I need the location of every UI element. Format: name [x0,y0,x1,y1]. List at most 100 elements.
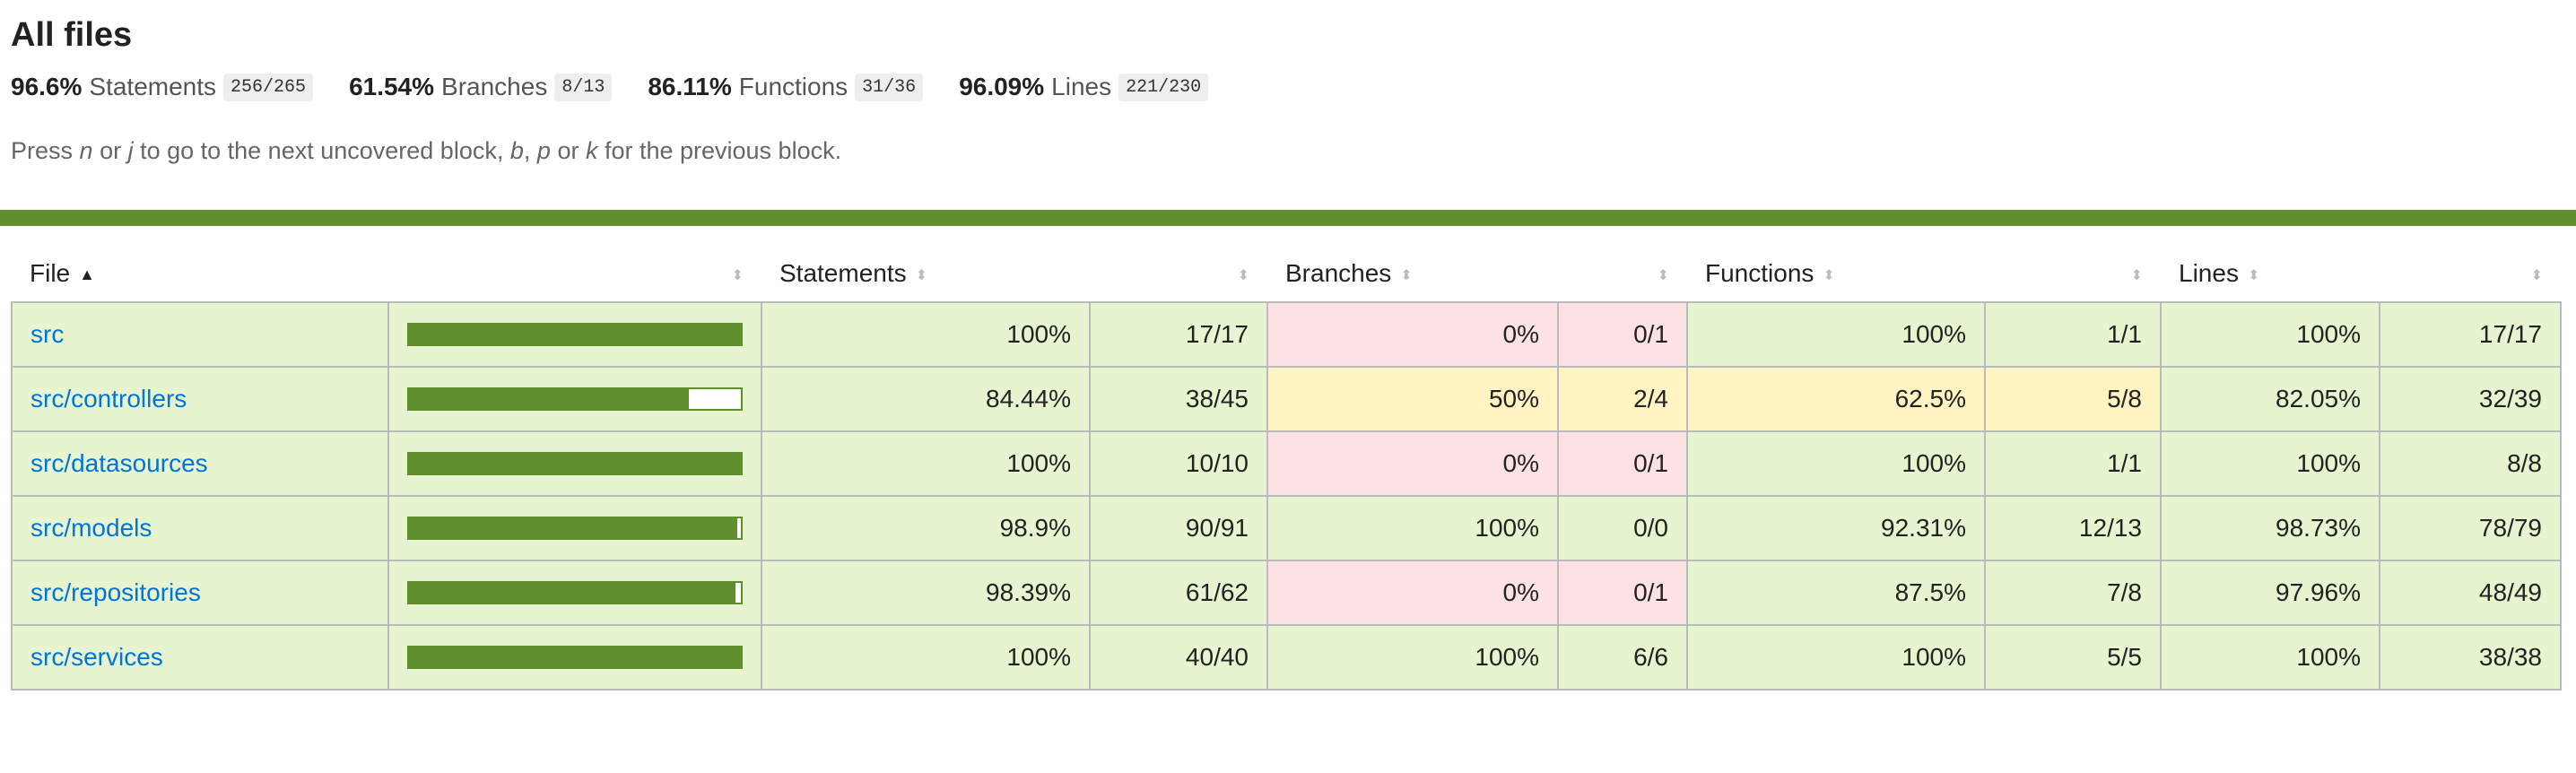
lines-pct: 97.96% [2160,560,2380,626]
functions-fraction: 1/1 [1984,301,2162,368]
header-file-bar[interactable]: ⬍ [388,246,761,302]
sort-asc-icon: ▲ [79,265,95,284]
header-branches-raw[interactable]: ⬍ [1558,246,1687,302]
summary-label: Branches [441,73,548,100]
coverage-bar-fill [409,389,690,409]
file-link[interactable]: src/models [30,514,152,542]
coverage-bar-cell [387,560,762,626]
branches-pct: 100% [1266,624,1559,690]
summary-branches: 61.54% Branches 8/13 [349,73,613,101]
functions-pct: 92.31% [1686,495,1986,561]
functions-pct: 100% [1686,301,1986,368]
file-link[interactable]: src/repositories [30,578,201,606]
lines-pct: 100% [2160,624,2380,690]
summary-fraction: 256/265 [223,73,314,101]
file-link[interactable]: src/datasources [30,449,208,477]
header-lines-raw[interactable]: ⬍ [2380,246,2561,302]
file-link[interactable]: src/services [30,643,163,671]
file-cell: src/controllers [11,366,389,432]
lines-fraction: 17/17 [2379,301,2562,368]
summary-pct: 96.09% [959,73,1045,100]
lines-fraction: 8/8 [2379,430,2562,497]
header-functions[interactable]: Functions ⬍ [1687,246,1985,302]
lines-pct: 100% [2160,430,2380,497]
header-branches[interactable]: Branches ⬍ [1267,246,1558,302]
branches-fraction: 0/1 [1557,560,1688,626]
keyboard-hint: Press n or j to go to the next uncovered… [11,137,842,164]
statements-fraction: 38/45 [1089,366,1268,432]
table-row: src/services 100% 40/40 100% 6/6 100% 5/5 100% 3… [11,624,2562,690]
lines-fraction: 78/79 [2379,495,2562,561]
header-statements[interactable]: Statements ⬍ [761,246,1090,302]
statements-fraction: 40/40 [1089,624,1268,690]
coverage-bar [407,323,743,346]
branches-pct: 100% [1266,495,1559,561]
coverage-bar-cell [387,430,762,497]
sort-icon: ⬍ [915,267,928,283]
functions-pct: 100% [1686,624,1986,690]
header-functions-raw[interactable]: ⬍ [1985,246,2161,302]
coverage-bar [407,646,743,669]
sort-icon: ⬍ [1823,267,1835,283]
functions-fraction: 1/1 [1984,430,2162,497]
functions-fraction: 5/8 [1984,366,2162,432]
lines-pct: 82.05% [2160,366,2380,432]
header-lines[interactable]: Lines ⬍ [2161,246,2380,302]
page-header: All files 96.6% Statements 256/265 61.54… [0,0,2576,165]
file-cell: src/repositories [11,560,389,626]
coverage-bar-cell [387,624,762,690]
sort-icon: ⬍ [1400,267,1413,283]
lines-fraction: 32/39 [2379,366,2562,432]
summary-label: Functions [738,73,849,100]
file-link[interactable]: src/controllers [30,385,187,413]
functions-fraction: 7/8 [1984,560,2162,626]
coverage-bar [407,581,743,604]
header-statements-raw[interactable]: ⬍ [1090,246,1267,302]
functions-fraction: 5/5 [1984,624,2162,690]
table-row: src/models 98.9% 90/91 100% 0/0 92.31% 12/13 98… [11,495,2562,561]
branches-fraction: 2/4 [1557,366,1688,432]
coverage-bar-fill [409,454,741,473]
table-row: src/controllers 84.44% 38/45 50% 2/4 62.5% 5/8… [11,366,2562,432]
statements-fraction: 17/17 [1089,301,1268,368]
lines-pct: 98.73% [2160,495,2380,561]
sort-icon: ⬍ [731,267,744,283]
summary-pct: 96.6% [11,73,83,100]
summary-fraction: 221/230 [1118,73,1209,101]
branches-pct: 0% [1266,430,1559,497]
table-row: src/datasources 100% 10/10 0% 0/1 100% 1/1 100%… [11,430,2562,497]
coverage-bar-fill [409,647,741,667]
functions-fraction: 12/13 [1984,495,2162,561]
branches-fraction: 0/1 [1557,430,1688,497]
summary-pct: 86.11% [648,73,732,100]
sort-icon: ⬍ [2247,267,2260,283]
file-cell: src/datasources [11,430,389,497]
branches-fraction: 0/1 [1557,301,1688,368]
table-row: src/repositories 98.39% 61/62 0% 0/1 87.5% 7/8… [11,560,2562,626]
coverage-bar [407,387,743,411]
table-header-row: File ▲ ⬍ Statements ⬍ ⬍ Branches ⬍ ⬍ Functi… [12,246,2561,302]
summary-label: Statements [89,73,217,100]
table-row: src 100% 17/17 0% 0/1 100% 1/1 100% 17/17 [11,301,2562,368]
summary-fraction: 31/36 [855,73,924,101]
lines-fraction: 38/38 [2379,624,2562,690]
statements-pct: 100% [761,430,1091,497]
header-file[interactable]: File ▲ [12,246,388,302]
summary-statements: 96.6% Statements 256/265 [11,73,314,101]
summary-functions: 86.11% Functions 31/36 [648,73,924,101]
coverage-bar-fill [409,583,736,603]
file-cell: src/models [11,495,389,561]
statements-pct: 98.9% [761,495,1091,561]
page-title: All files [11,16,133,54]
file-link[interactable]: src [30,320,64,348]
functions-pct: 87.5% [1686,560,1986,626]
file-cell: src/services [11,624,389,690]
sort-icon: ⬍ [1237,267,1249,283]
coverage-bar-fill [409,518,737,538]
statements-pct: 84.44% [761,366,1091,432]
branches-pct: 0% [1266,301,1559,368]
coverage-bar-cell [387,301,762,368]
functions-pct: 62.5% [1686,366,1986,432]
sort-icon: ⬍ [1657,267,1669,283]
coverage-status-bar [0,210,2576,226]
